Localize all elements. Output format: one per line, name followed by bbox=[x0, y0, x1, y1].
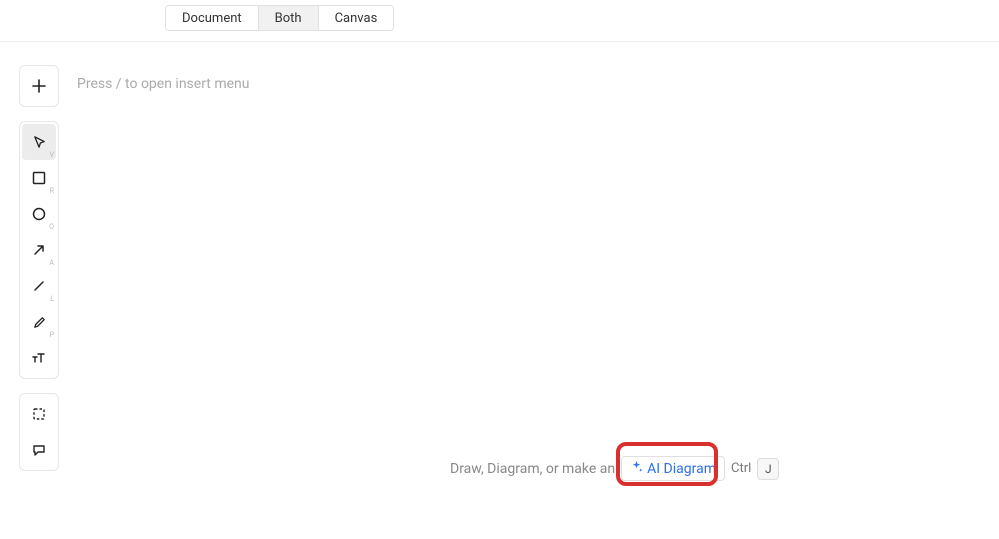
hotkey-label: V bbox=[50, 152, 54, 159]
arrow-tool[interactable]: A bbox=[22, 232, 56, 268]
select-area-tool[interactable] bbox=[22, 396, 56, 432]
ai-diagram-button[interactable]: AI Diagram bbox=[621, 456, 725, 481]
comment-tool[interactable] bbox=[22, 432, 56, 468]
line-tool[interactable]: L bbox=[22, 268, 56, 304]
ai-diagram-label: AI Diagram bbox=[647, 461, 716, 477]
pointer-icon bbox=[32, 135, 47, 150]
left-toolbar: V R O A L bbox=[19, 65, 59, 485]
header-divider bbox=[0, 41, 999, 42]
pen-tool[interactable]: P bbox=[22, 304, 56, 340]
toolbar-group-insert bbox=[19, 65, 59, 107]
pen-icon bbox=[32, 315, 47, 330]
sparkle-icon bbox=[630, 460, 643, 477]
hint-text: Draw, Diagram, or make an bbox=[450, 461, 615, 477]
canvas-hint-bar: Draw, Diagram, or make an AI Diagram Ctr… bbox=[450, 456, 779, 481]
toolbar-group-tools: V R O A L bbox=[19, 121, 59, 379]
text-icon bbox=[31, 351, 47, 365]
hotkey-label: P bbox=[50, 332, 54, 339]
hotkey-label: R bbox=[50, 188, 54, 195]
tab-document[interactable]: Document bbox=[166, 6, 258, 30]
tab-both[interactable]: Both bbox=[258, 6, 318, 30]
view-mode-tabs: Document Both Canvas bbox=[165, 5, 394, 31]
hotkey-label: L bbox=[50, 296, 54, 303]
line-icon bbox=[32, 279, 46, 293]
square-icon bbox=[32, 171, 46, 185]
comment-icon bbox=[32, 443, 46, 457]
rectangle-tool[interactable]: R bbox=[22, 160, 56, 196]
pointer-tool[interactable]: V bbox=[22, 124, 56, 160]
plus-icon bbox=[31, 78, 47, 94]
shortcut-key-j: J bbox=[757, 458, 779, 480]
tab-canvas[interactable]: Canvas bbox=[318, 6, 394, 30]
toolbar-group-misc bbox=[19, 393, 59, 471]
shortcut-ctrl-label: Ctrl bbox=[731, 461, 751, 476]
text-tool[interactable] bbox=[22, 340, 56, 376]
add-button[interactable] bbox=[22, 68, 56, 104]
circle-icon bbox=[32, 207, 46, 221]
circle-tool[interactable]: O bbox=[22, 196, 56, 232]
hotkey-label: O bbox=[49, 224, 54, 231]
hotkey-label: A bbox=[49, 260, 54, 267]
editor-placeholder[interactable]: Press / to open insert menu bbox=[77, 76, 250, 92]
arrow-icon bbox=[32, 243, 46, 257]
selection-icon bbox=[32, 407, 46, 421]
